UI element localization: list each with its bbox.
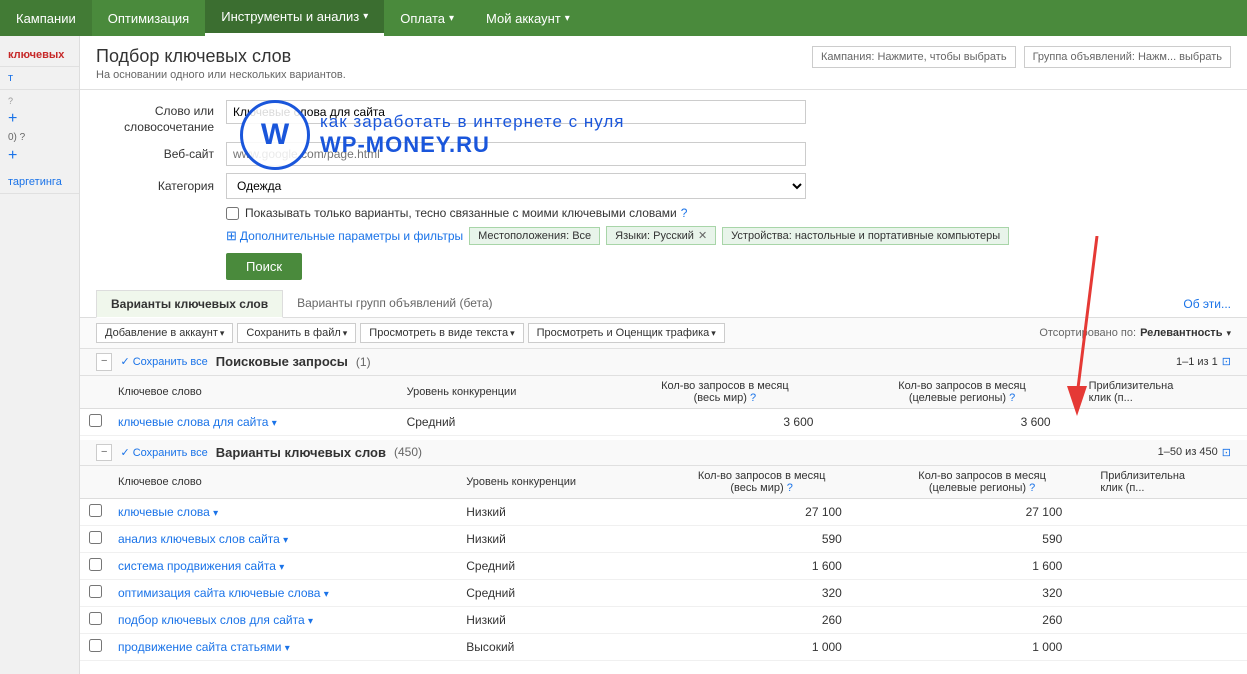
row-checkbox[interactable] <box>89 558 102 571</box>
variants-count: (450) <box>394 445 422 459</box>
view-text-button[interactable]: Просмотреть в виде текста ▾ <box>360 323 523 343</box>
devices-tag: Устройства: настольные и портативные ком… <box>722 227 1009 245</box>
nav-item-campaigns[interactable]: Кампании <box>0 0 92 36</box>
website-input[interactable] <box>226 142 806 166</box>
payment-arrow-icon: ▾ <box>449 13 454 24</box>
view-traffic-arrow-icon: ▾ <box>711 328 716 339</box>
word-label: Слово илисловосочетание <box>96 100 226 135</box>
adgroup-selector[interactable]: Группа объявлений: Нажм... выбрать <box>1024 46 1231 68</box>
nav-item-optimization[interactable]: Оптимизация <box>92 0 206 36</box>
add-to-account-button[interactable]: Добавление в аккаунт ▾ <box>96 323 233 343</box>
nav-item-account[interactable]: Мой аккаунт ▾ <box>470 0 586 36</box>
row-checkbox[interactable] <box>89 639 102 652</box>
website-label: Веб-сайт <box>96 147 226 161</box>
table-row: ключевые слова для сайта ▾ Средний 3 600… <box>80 408 1247 435</box>
tab-adgroup-variants[interactable]: Варианты групп объявлений (бета) <box>283 290 506 317</box>
var-col-keyword-header: Ключевое слово <box>110 466 458 499</box>
keyword-variants-section: − ✓ Сохранить все Варианты ключевых слов… <box>80 440 1247 661</box>
table-row: анализ ключевых слов сайта ▾ Низкий 590 … <box>80 525 1247 552</box>
campaign-selector[interactable]: Кампания: Нажмите, чтобы выбрать <box>812 46 1016 68</box>
account-arrow-icon: ▾ <box>565 13 570 24</box>
sort-label: Отсортировано по: <box>1039 327 1136 339</box>
add-arrow-icon: ▾ <box>220 328 225 339</box>
nav-item-payment[interactable]: Оплата ▾ <box>384 0 470 36</box>
table-row: система продвижения сайта ▾ Средний 1 60… <box>80 552 1247 579</box>
keyword-link[interactable]: ключевые слова для сайта ▾ <box>118 415 277 429</box>
save-all-queries[interactable]: ✓ Сохранить все <box>120 355 207 368</box>
tab-keyword-variants[interactable]: Варианты ключевых слов <box>96 290 283 318</box>
variants-title: Варианты ключевых слов <box>216 445 386 460</box>
language-close-icon[interactable]: ✕ <box>698 229 707 242</box>
keyword-link[interactable]: подбор ключевых слов для сайта ▾ <box>118 613 313 627</box>
save-all-variants[interactable]: ✓ Сохранить все <box>120 446 207 459</box>
row-checkbox[interactable] <box>89 612 102 625</box>
row-checkbox[interactable] <box>89 414 102 427</box>
row-checkbox[interactable] <box>89 504 102 517</box>
sidebar-divider: ? + 0) ? + <box>0 90 79 171</box>
search-queries-table: Ключевое слово Уровень конкуренции Кол-в… <box>80 376 1247 436</box>
col-local-header: Кол-во запросов в месяц(целевые регионы)… <box>843 376 1080 409</box>
sidebar: ключевых т ? + 0) ? + таргетинга <box>0 36 80 674</box>
sort-value: Релевантность <box>1140 327 1222 339</box>
save-arrow-icon: ▾ <box>343 328 348 339</box>
keyword-link[interactable]: оптимизация сайта ключевые слова ▾ <box>118 586 329 600</box>
about-link[interactable]: Об эти... <box>1183 297 1231 311</box>
search-queries-title: Поисковые запросы <box>216 354 348 369</box>
variants-pagination: 1–50 из 450 ⊡ <box>1158 446 1231 459</box>
toolbar: Добавление в аккаунт ▾ Сохранить в файл … <box>80 318 1247 349</box>
content-area: Подбор ключевых слов На основании одного… <box>80 36 1247 674</box>
col-competition-header: Уровень конкуренции <box>399 376 607 409</box>
collapse-queries-button[interactable]: − <box>96 353 112 370</box>
top-nav: Кампании Оптимизация Инструменты и анали… <box>0 0 1247 36</box>
var-col-global-header: Кол-во запросов в месяц(весь мир) ? <box>651 466 871 499</box>
page-subtitle: На основании одного или нескольких вариа… <box>96 69 346 81</box>
table-row: продвижение сайта статьями ▾ Высокий 1 0… <box>80 633 1247 660</box>
col-cpc-header: Приблизительнаклик (п... <box>1081 376 1247 409</box>
page-title: Подбор ключевых слов <box>96 46 346 67</box>
sidebar-item-targeting[interactable]: таргетинга <box>0 171 79 194</box>
var-col-cpc-header: Приблизительнаклик (п... <box>1092 466 1247 499</box>
keyword-link[interactable]: продвижение сайта статьями ▾ <box>118 640 290 654</box>
pagination-nav-icon[interactable]: ⊡ <box>1222 355 1231 368</box>
keyword-variants-table: Ключевое слово Уровень конкуренции Кол-в… <box>80 466 1247 661</box>
row-checkbox[interactable] <box>89 585 102 598</box>
tabs-row: Варианты ключевых слов Варианты групп об… <box>80 290 1247 318</box>
tools-arrow-icon: ▾ <box>363 11 368 22</box>
nav-item-tools[interactable]: Инструменты и анализ ▾ <box>205 0 384 36</box>
col-keyword-header: Ключевое слово <box>110 376 399 409</box>
word-input[interactable] <box>226 100 806 124</box>
keyword-link[interactable]: анализ ключевых слов сайта ▾ <box>118 532 288 546</box>
filter-toggle[interactable]: ⊞ Дополнительные параметры и фильтры <box>226 228 463 244</box>
tight-checkbox[interactable] <box>226 207 239 220</box>
search-queries-section: − ✓ Сохранить все Поисковые запросы (1) … <box>80 349 1247 435</box>
search-queries-count: (1) <box>356 355 371 369</box>
collapse-variants-button[interactable]: − <box>96 444 112 461</box>
table-row: оптимизация сайта ключевые слова ▾ Средн… <box>80 579 1247 606</box>
table-row: ключевые слова ▾ Низкий 27 100 27 100 <box>80 498 1247 525</box>
keyword-link[interactable]: система продвижения сайта ▾ <box>118 559 284 573</box>
var-col-local-header: Кол-во запросов в месяц(целевые регионы)… <box>872 466 1092 499</box>
category-select[interactable]: Одежда <box>226 173 806 199</box>
keyword-link[interactable]: ключевые слова ▾ <box>118 505 218 519</box>
location-tag: Местоположения: Все <box>469 227 600 245</box>
row-checkbox[interactable] <box>89 531 102 544</box>
search-queries-pagination: 1–1 из 1 ⊡ <box>1176 355 1231 368</box>
sidebar-item-keywords[interactable]: ключевых <box>0 44 79 67</box>
language-tag: Языки: Русский ✕ <box>606 226 716 245</box>
category-label: Категория <box>96 179 226 193</box>
tight-checkbox-label: Показывать только варианты, тесно связан… <box>245 206 677 220</box>
sort-arrow-icon[interactable]: ▾ <box>1226 328 1231 339</box>
table-row: подбор ключевых слов для сайта ▾ Низкий … <box>80 606 1247 633</box>
page-header: Подбор ключевых слов На основании одного… <box>80 36 1247 90</box>
help-icon-1[interactable]: ? <box>681 206 688 220</box>
variants-pagination-nav-icon[interactable]: ⊡ <box>1222 446 1231 459</box>
var-col-competition-header: Уровень конкуренции <box>458 466 651 499</box>
view-text-arrow-icon: ▾ <box>510 328 515 339</box>
form-area: Слово илисловосочетание Веб-сайт Категор… <box>80 90 1247 290</box>
search-button[interactable]: Поиск <box>226 253 302 280</box>
save-to-file-button[interactable]: Сохранить в файл ▾ <box>237 323 356 343</box>
col-global-header: Кол-во запросов в месяц(весь мир) ? <box>606 376 843 409</box>
view-traffic-button[interactable]: Просмотреть и Оценщик трафика ▾ <box>528 323 725 343</box>
sidebar-item-t[interactable]: т <box>0 67 79 90</box>
